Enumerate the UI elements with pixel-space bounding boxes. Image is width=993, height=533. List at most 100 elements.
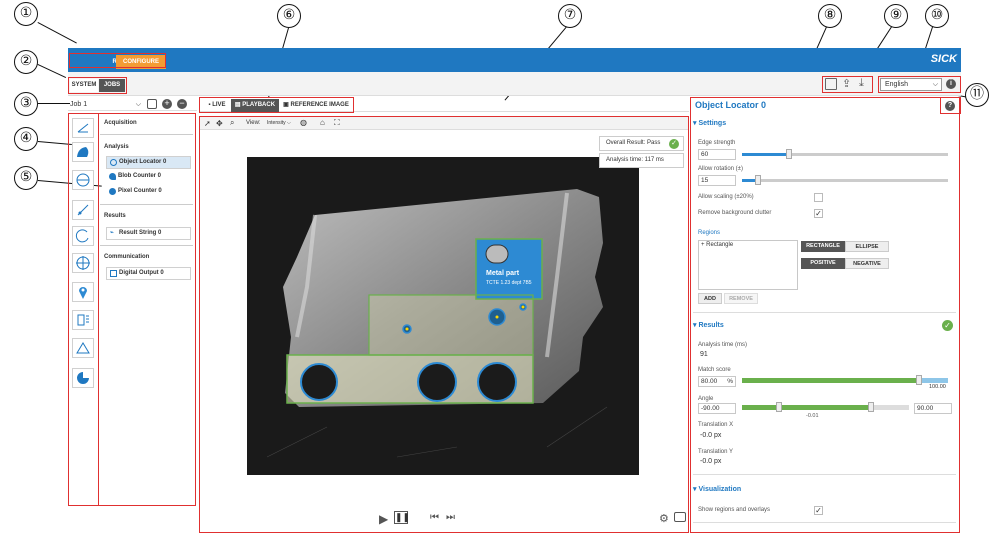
chevron-down-icon: ⌵ (135, 101, 141, 108)
zoom-icon[interactable]: ⌕ (230, 118, 234, 128)
panel-title: Object Locator 0 (695, 100, 767, 110)
pin-tool-icon[interactable] (72, 282, 94, 302)
shape-ellipse-button[interactable]: ELLIPSE (845, 241, 889, 252)
home-icon[interactable]: ⌂ (320, 118, 325, 127)
match-score-input[interactable]: 80.00% (698, 376, 736, 387)
angle-max-knob[interactable] (868, 402, 874, 412)
polarity-positive-button[interactable]: POSITIVE (801, 258, 845, 269)
angle-min-knob[interactable] (776, 402, 782, 412)
section-results: Results (102, 211, 187, 224)
tree-item-blob-counter[interactable]: Blob Counter 0 (106, 171, 191, 184)
pause-icon[interactable]: ❚❚ (394, 511, 410, 524)
highlight-box-6 (199, 97, 354, 113)
copy-job-icon[interactable] (147, 99, 157, 109)
translation-y-value: -0.0 px (700, 458, 722, 465)
results-header[interactable]: ▾ Results (693, 321, 724, 329)
arc-tool-icon[interactable] (72, 226, 94, 246)
analysis-time-label: Analysis time (ms) (698, 342, 748, 348)
tree-item-digital-output[interactable]: Digital Output 0 (106, 267, 191, 280)
camera-image (247, 157, 639, 475)
slider-knob[interactable] (755, 175, 762, 185)
divider (693, 474, 956, 475)
pointer-icon[interactable]: ➚ (204, 119, 211, 128)
output-icon (110, 270, 117, 277)
settings-header[interactable]: ▾ Settings (693, 119, 726, 127)
section-analysis: Analysis (102, 142, 187, 155)
string-icon: ⌁ (110, 230, 114, 236)
match-score-slider[interactable] (742, 375, 948, 385)
blob-tool-icon[interactable] (72, 142, 94, 162)
callout-4: ④ (14, 127, 38, 151)
tree-item-result-string[interactable]: ⌁ Result String 0 (106, 227, 191, 240)
check-circle-icon: ✓ (669, 139, 679, 149)
callout-3: ③ (14, 92, 38, 116)
match-score-label: Match score (698, 367, 731, 373)
angle-max-input[interactable]: 90.00 (914, 403, 952, 414)
callout-7: ⑦ (558, 4, 582, 28)
slider-fill (742, 405, 872, 410)
shape-rectangle-button[interactable]: RECTANGLE (801, 241, 845, 252)
angle-slider[interactable] (742, 402, 909, 412)
circle-tool-icon[interactable] (72, 170, 94, 190)
regions-list[interactable]: + Rectangle (698, 240, 798, 290)
highlight-box-11 (940, 97, 961, 114)
edge-tool-icon[interactable] (72, 118, 94, 138)
overall-result: Overall Result: Pass ✓ (599, 136, 684, 151)
remove-job-icon[interactable]: − (177, 99, 187, 109)
analysis-time-value: 91 (700, 351, 708, 358)
line-tool-icon[interactable] (72, 200, 94, 220)
section-acquisition[interactable]: Acquisition (102, 118, 187, 131)
snapshot-icon[interactable] (674, 512, 686, 522)
blob-icon (109, 173, 116, 180)
callout-5: ⑤ (14, 166, 38, 190)
skip-back-icon[interactable]: ⏮ (430, 512, 439, 523)
regions-label: Regions (698, 230, 721, 236)
allow-rotation-label: Allow rotation (±) (698, 166, 743, 172)
palette-icon[interactable]: ◍ (300, 118, 307, 127)
remove-clutter-checkbox[interactable]: ✓ (814, 209, 823, 218)
show-regions-label: Show regions and overlays (698, 507, 771, 513)
slider-knob[interactable] (916, 375, 923, 385)
section-communication: Communication (102, 252, 187, 265)
highlight-box-2 (68, 77, 127, 94)
edge-strength-input[interactable]: 60 (698, 149, 736, 160)
add-job-icon[interactable]: + (162, 99, 172, 109)
pixel-tool-icon[interactable] (72, 338, 94, 358)
polarity-negative-button[interactable]: NEGATIVE (845, 258, 889, 269)
angle-min-input[interactable]: -90.00 (698, 403, 736, 414)
view-select[interactable]: Intensity ⌵ (267, 120, 291, 126)
object-locator-icon (110, 159, 117, 166)
divider (100, 245, 193, 246)
job-select[interactable]: Job 1 ⌵ (70, 99, 143, 110)
tree-item-object-locator[interactable]: Object Locator 0 (106, 156, 191, 169)
edge-strength-label: Edge strength (698, 140, 736, 146)
allow-rotation-input[interactable]: 15 (698, 175, 736, 186)
region-item[interactable]: + Rectangle (699, 241, 797, 249)
play-icon[interactable]: ▶ (379, 512, 388, 526)
translation-x-value: -0.0 px (700, 432, 722, 439)
remove-region-button[interactable]: REMOVE (724, 293, 758, 304)
pan-icon[interactable]: ✥ (216, 119, 223, 128)
divider (693, 312, 956, 313)
slider-knob[interactable] (786, 149, 793, 159)
analysis-time-badge: Analysis time: 117 ms (599, 153, 684, 168)
callout-10: ⑩ (925, 4, 949, 28)
slider-fill (742, 378, 920, 383)
edge-strength-slider[interactable] (742, 149, 948, 159)
app-header: RUN CONFIGURE SICK (68, 48, 961, 72)
tree-item-pixel-counter[interactable]: Pixel Counter 0 (106, 186, 191, 199)
crosshair-tool-icon[interactable] (72, 253, 94, 273)
allow-scaling-label: Allow scaling (±20%) (698, 194, 754, 200)
barcode-tool-icon[interactable] (72, 310, 94, 330)
pie-tool-icon[interactable] (72, 368, 94, 388)
visualization-header[interactable]: ▾ Visualization (693, 485, 741, 493)
add-region-button[interactable]: ADD (698, 293, 722, 304)
match-score-max: 100.00 (929, 384, 946, 390)
skip-forward-icon[interactable]: ⏭ (446, 512, 455, 523)
gear-icon[interactable]: ⚙ (659, 512, 669, 525)
fit-icon[interactable]: ⛶ (334, 118, 340, 128)
divider (100, 204, 193, 205)
allow-scaling-checkbox[interactable] (814, 193, 823, 202)
show-regions-checkbox[interactable]: ✓ (814, 506, 823, 515)
allow-rotation-slider[interactable] (742, 175, 948, 185)
